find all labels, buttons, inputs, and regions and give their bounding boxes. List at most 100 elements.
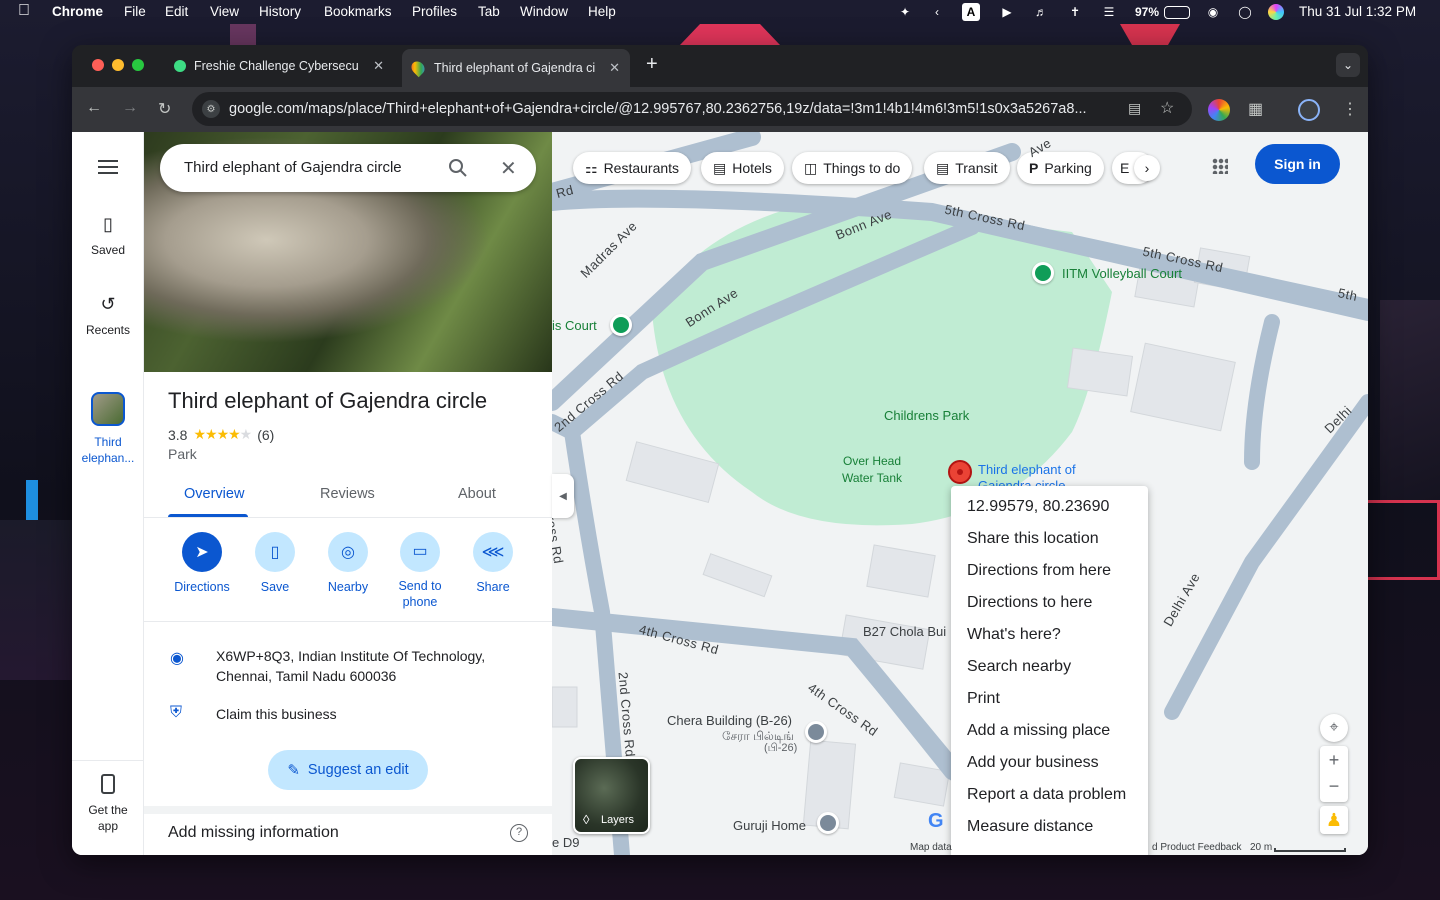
rail-saved[interactable]: ▯ Saved	[72, 214, 144, 257]
menu-edit[interactable]: Edit	[165, 4, 188, 19]
sign-in-button[interactable]: Sign in	[1255, 144, 1340, 184]
control-center-icon[interactable]: ◯	[1236, 3, 1254, 21]
minimize-window-button[interactable]	[112, 59, 124, 71]
menu-coordinates[interactable]: 12.99579, 80.23690	[951, 496, 1148, 528]
chip-things-to-do[interactable]: ◫ Things to do	[792, 152, 913, 184]
menu-window[interactable]: Window	[520, 4, 568, 19]
place-category[interactable]: Park	[168, 446, 197, 462]
tab-maps[interactable]: Third elephant of Gajendra ci ✕	[402, 49, 630, 87]
chip-transit[interactable]: ▤ Transit	[924, 152, 1010, 184]
reload-icon[interactable]: ↻	[158, 99, 171, 119]
url-text[interactable]: google.com/maps/place/Third+elephant+of+…	[229, 101, 1119, 117]
chrome-menu-icon[interactable]: ⋮	[1342, 99, 1358, 119]
menu-help[interactable]: Help	[588, 4, 616, 19]
hamburger-menu-icon[interactable]	[98, 160, 118, 162]
extensions-icon[interactable]: ▦	[1248, 99, 1263, 119]
menu-measure-distance[interactable]: Measure distance	[951, 816, 1148, 848]
chip-restaurants[interactable]: ⚏ Restaurants	[573, 152, 692, 184]
scale-label[interactable]: 20 m	[1250, 842, 1272, 853]
park-marker-icon[interactable]	[1032, 262, 1054, 284]
profile-avatar[interactable]	[1298, 99, 1320, 121]
user-icon[interactable]: ◉	[1204, 3, 1222, 21]
menu-tab[interactable]: Tab	[478, 4, 500, 19]
menu-search-nearby[interactable]: Search nearby	[951, 656, 1148, 688]
menu-directions-from[interactable]: Directions from here	[951, 560, 1148, 592]
menu-add-missing-place[interactable]: Add a missing place	[951, 720, 1148, 752]
chevron-left-icon[interactable]: ‹	[928, 3, 946, 21]
back-icon[interactable]: ←	[86, 99, 102, 117]
poi-court[interactable]: is Court	[552, 318, 597, 333]
rail-get-app[interactable]: Get the app	[72, 774, 144, 834]
menu-bookmarks[interactable]: Bookmarks	[324, 4, 392, 19]
wifi-icon[interactable]: ☰	[1098, 3, 1120, 21]
search-icon[interactable]	[448, 158, 468, 178]
zoom-window-button[interactable]	[132, 59, 144, 71]
menu-directions-to[interactable]: Directions to here	[951, 592, 1148, 624]
collapse-panel-button[interactable]: ◀	[552, 474, 574, 518]
street-view-pegman-icon[interactable]: ♟	[1320, 806, 1348, 834]
map-data-attribution[interactable]: Map data	[910, 842, 952, 853]
apple-icon[interactable]: 	[18, 2, 30, 20]
building-marker-icon[interactable]	[805, 721, 827, 743]
siri-icon[interactable]	[1268, 4, 1284, 20]
layers-button[interactable]: ◊ Layers	[573, 757, 650, 834]
selected-pin-icon[interactable]	[948, 460, 972, 484]
close-window-button[interactable]	[92, 59, 104, 71]
poi-chera-building[interactable]: Chera Building (B-26)	[667, 713, 792, 728]
address-bar[interactable]: ⚙ google.com/maps/place/Third+elephant+o…	[192, 92, 1192, 126]
poi-volleyball-court[interactable]: IITM Volleyball Court	[1062, 266, 1182, 281]
tab-overview[interactable]: Overview	[184, 486, 244, 502]
zoom-out-button[interactable]: −	[1329, 774, 1340, 802]
nearby-button[interactable]: ◎ Nearby	[313, 532, 383, 594]
claim-business[interactable]: Claim this business	[216, 704, 337, 724]
menu-print[interactable]: Print	[951, 688, 1148, 720]
tab-about[interactable]: About	[458, 486, 496, 502]
help-icon[interactable]: ?	[510, 824, 528, 842]
chip-parking[interactable]: P Parking	[1017, 152, 1104, 184]
tab-freshie[interactable]: Freshie Challenge Cybersecu ✕	[162, 51, 394, 81]
apps-grid-icon[interactable]	[1212, 158, 1228, 174]
site-info-icon[interactable]: ⚙	[202, 100, 220, 118]
menu-history[interactable]: History	[259, 4, 301, 19]
poi-b27[interactable]: B27 Chola Bui	[863, 624, 946, 639]
save-button[interactable]: ▯ Save	[240, 532, 310, 594]
menu-share-location[interactable]: Share this location	[951, 528, 1148, 560]
new-tab-button[interactable]: +	[646, 53, 658, 76]
chips-next-button[interactable]: ›	[1134, 155, 1160, 181]
poi-guruji-home[interactable]: Guruji Home	[733, 818, 806, 833]
close-tab-icon[interactable]: ✕	[609, 60, 620, 76]
bluetooth-icon[interactable]: ✝	[1066, 3, 1084, 21]
battery-icon[interactable]	[1164, 6, 1190, 19]
poi-water-tank[interactable]: Over Head Water Tank	[837, 453, 907, 487]
menu-file[interactable]: File	[124, 4, 146, 19]
play-icon[interactable]: ▶	[998, 3, 1016, 21]
clear-search-icon[interactable]: ✕	[500, 156, 517, 181]
menubar-app-name[interactable]: Chrome	[52, 4, 103, 19]
tab-reviews[interactable]: Reviews	[320, 486, 375, 502]
send-to-phone-button[interactable]: ▭ Send to phone	[385, 532, 455, 610]
search-box[interactable]: Third elephant of Gajendra circle ✕	[160, 144, 536, 192]
rail-recent-place[interactable]: Third elephan...	[72, 392, 144, 466]
menubar-clock[interactable]: Thu 31 Jul 1:32 PM	[1299, 4, 1416, 19]
menu-add-business[interactable]: Add your business	[951, 752, 1148, 784]
extension-color-icon[interactable]	[1208, 99, 1230, 121]
pin-status-icon[interactable]: ✦	[896, 3, 914, 21]
tab-search-button[interactable]: ⌄	[1336, 53, 1360, 77]
zoom-in-button[interactable]: +	[1329, 746, 1340, 774]
chip-hotels[interactable]: ▤ Hotels	[701, 152, 784, 184]
directions-button[interactable]: ➤ Directions	[167, 532, 237, 594]
menu-profiles[interactable]: Profiles	[412, 4, 457, 19]
product-feedback-link[interactable]: d Product Feedback	[1152, 842, 1242, 853]
menu-report-problem[interactable]: Report a data problem	[951, 784, 1148, 816]
rail-recents[interactable]: ↺ Recents	[72, 294, 144, 337]
keyboard-input-icon[interactable]: A	[962, 3, 980, 21]
suggest-edit-button[interactable]: ✎ Suggest an edit	[268, 750, 428, 790]
park-marker-icon[interactable]	[610, 314, 632, 336]
install-app-icon[interactable]: ▤	[1128, 100, 1141, 117]
my-location-icon[interactable]: ⌖	[1320, 714, 1348, 742]
building-marker-icon[interactable]	[817, 812, 839, 834]
map-canvas[interactable]: ⚏ Restaurants ▤ Hotels ◫ Things to do ▤ Tran…	[552, 132, 1368, 855]
search-input[interactable]: Third elephant of Gajendra circle	[184, 159, 402, 176]
bookmark-star-icon[interactable]: ☆	[1160, 98, 1174, 118]
menu-view[interactable]: View	[210, 4, 239, 19]
